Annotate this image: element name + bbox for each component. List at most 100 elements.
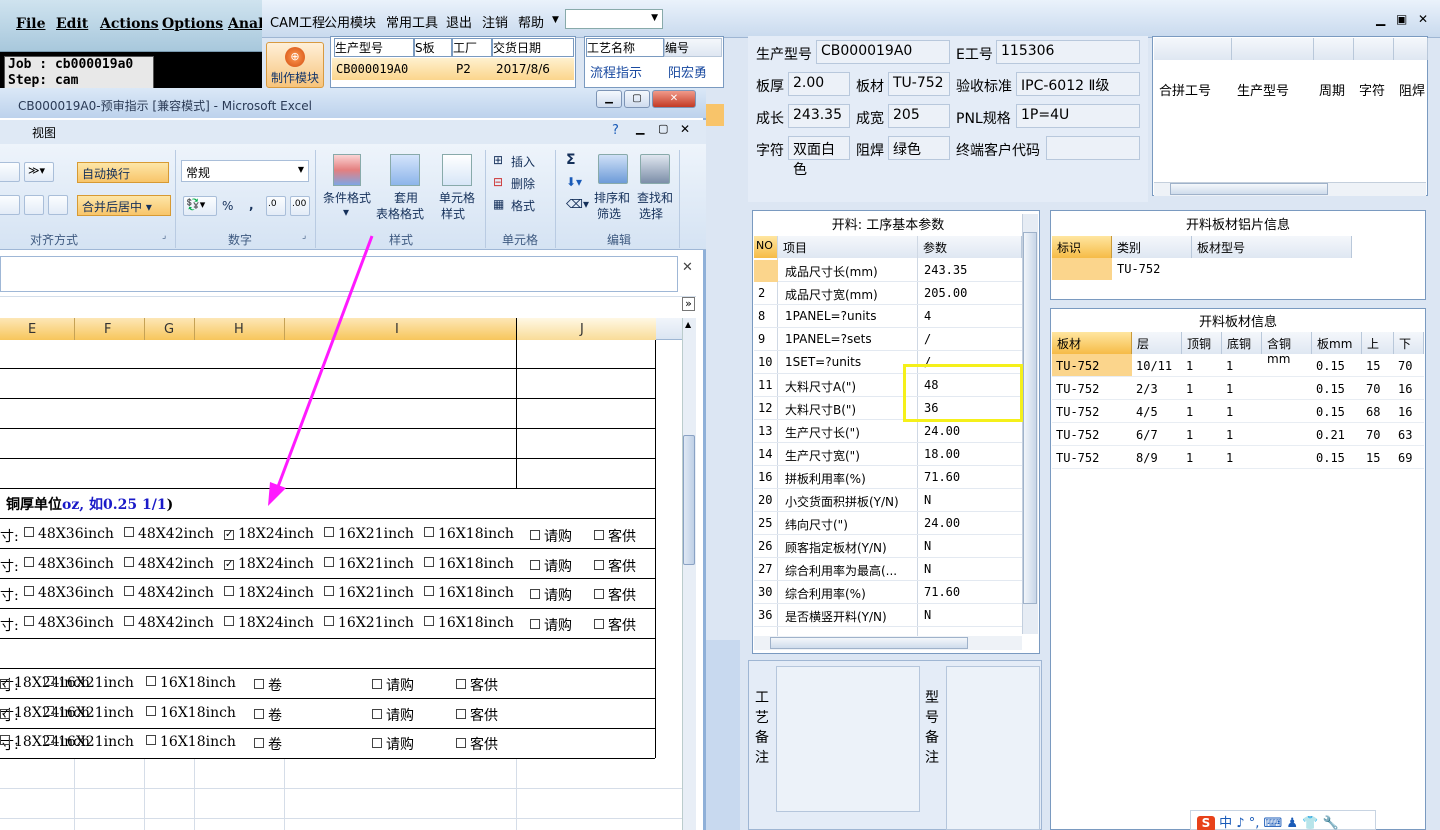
checkbox-icon[interactable] bbox=[0, 735, 10, 745]
menu-edit[interactable]: Edit bbox=[56, 16, 88, 32]
checkbox-icon[interactable] bbox=[324, 557, 334, 567]
increase-decimal-icon[interactable]: .0 bbox=[266, 196, 286, 216]
checkbox-icon[interactable] bbox=[594, 560, 604, 570]
thickness-field[interactable]: 2.00 bbox=[788, 72, 850, 96]
checkbox-icon[interactable] bbox=[530, 530, 540, 540]
checkbox-icon[interactable] bbox=[224, 616, 234, 626]
size-option-checkbox[interactable]: 请购 bbox=[530, 615, 572, 635]
col-header-e[interactable]: E bbox=[28, 322, 36, 337]
sort-filter-icon[interactable] bbox=[598, 154, 628, 184]
sort-label-2[interactable]: 筛选 bbox=[597, 205, 621, 222]
checkbox-icon[interactable] bbox=[124, 616, 134, 626]
board-row[interactable]: TU-752 8/9 1 1 0.15 15 69 bbox=[1052, 446, 1424, 469]
standard-field[interactable]: IPC-6012 Ⅱ级 bbox=[1016, 72, 1140, 96]
size-option-checkbox[interactable]: ✓ 18X24inch bbox=[224, 556, 314, 572]
find-select-icon[interactable] bbox=[640, 154, 670, 184]
menu-common-tools[interactable]: 常用工具 bbox=[386, 12, 438, 31]
params-row[interactable]: 2 成品尺寸宽(mm) 205.00 bbox=[754, 282, 1022, 305]
ribbon-restore-icon[interactable]: ▢ bbox=[658, 122, 668, 135]
cam-close-icon[interactable]: ✕ bbox=[1418, 12, 1428, 26]
size-option-checkbox[interactable]: 请购 bbox=[530, 585, 572, 605]
checkbox-icon[interactable] bbox=[324, 586, 334, 596]
mask-field[interactable]: 绿色 bbox=[888, 136, 950, 160]
checkbox-icon[interactable] bbox=[224, 586, 234, 596]
checkbox-icon[interactable] bbox=[44, 706, 54, 716]
params-row[interactable]: 25 纬向尺寸(") 24.00 bbox=[754, 512, 1022, 535]
conditional-format-dropdown[interactable]: ▾ bbox=[343, 205, 349, 219]
alu-row-flag[interactable] bbox=[1052, 258, 1112, 280]
checkbox-icon[interactable]: ✓ bbox=[224, 560, 234, 570]
size-option-checkbox[interactable]: 16X18inch bbox=[146, 734, 236, 750]
width-field[interactable]: 205 bbox=[888, 104, 950, 128]
char-field[interactable]: 双面白色 bbox=[788, 136, 850, 178]
help-icon[interactable]: ? bbox=[612, 123, 619, 138]
params-row[interactable]: 14 生产尺寸宽(") 18.00 bbox=[754, 443, 1022, 466]
ribbon-min-icon[interactable]: ▁ bbox=[636, 122, 644, 135]
params-row[interactable]: 36 是否横竖开料(Y/N) N bbox=[754, 604, 1022, 627]
checkbox-icon[interactable] bbox=[530, 560, 540, 570]
align-lines-icon[interactable] bbox=[0, 162, 20, 182]
menu-common-modules[interactable]: 公用模块 bbox=[324, 12, 376, 31]
size-option-checkbox[interactable]: 请购 bbox=[372, 734, 414, 754]
alu-row-type[interactable]: TU-752 bbox=[1117, 262, 1160, 276]
find-label-1[interactable]: 查找和 bbox=[637, 189, 673, 206]
size-option-checkbox[interactable]: 48X42inch bbox=[124, 526, 214, 542]
clear-icon[interactable]: ⌫▾ bbox=[566, 197, 589, 211]
checkbox-icon[interactable] bbox=[146, 676, 156, 686]
excel-close-icon[interactable]: ✕ bbox=[652, 90, 696, 108]
params-row[interactable]: 13 生产尺寸长(") 24.00 bbox=[754, 420, 1022, 443]
checkbox-icon[interactable] bbox=[124, 586, 134, 596]
formula-close-icon[interactable]: ✕ bbox=[682, 260, 693, 275]
checkbox-icon[interactable] bbox=[24, 616, 34, 626]
checkbox-icon[interactable] bbox=[456, 709, 466, 719]
table-format-label-2[interactable]: 表格格式 bbox=[376, 205, 424, 222]
table-format-label-1[interactable]: 套用 bbox=[394, 189, 418, 206]
cell-style-label-2[interactable]: 样式 bbox=[441, 205, 465, 222]
size-option-checkbox[interactable]: 16X18inch bbox=[424, 585, 514, 601]
params-row[interactable]: 9 1PANEL=?sets / bbox=[754, 328, 1022, 351]
dialog-launcher-icon[interactable]: ⌟ bbox=[162, 231, 166, 241]
size-option-checkbox[interactable]: 16X18inch bbox=[146, 675, 236, 691]
size-option-checkbox[interactable]: 卷 bbox=[254, 705, 282, 725]
board-row[interactable]: TU-752 10/11 1 1 0.15 15 70 bbox=[1052, 354, 1424, 377]
size-option-checkbox[interactable]: 16X21inch bbox=[324, 615, 414, 631]
checkbox-icon[interactable] bbox=[24, 527, 34, 537]
number-format-select[interactable]: 常规 ▼ bbox=[181, 160, 309, 182]
help-dropdown-icon[interactable]: ▼ bbox=[552, 15, 559, 25]
size-option-checkbox[interactable]: 48X42inch bbox=[124, 556, 214, 572]
size-option-checkbox[interactable]: 16X21inch bbox=[324, 585, 414, 601]
checkbox-icon[interactable] bbox=[594, 530, 604, 540]
size-option-checkbox[interactable]: 48X42inch bbox=[124, 585, 214, 601]
decrease-decimal-icon[interactable]: .00 bbox=[290, 196, 310, 216]
size-option-checkbox[interactable]: 48X36inch bbox=[24, 526, 114, 542]
checkbox-icon[interactable] bbox=[254, 709, 264, 719]
col-header-h[interactable]: H bbox=[234, 322, 244, 337]
size-option-checkbox[interactable]: 16X21inch bbox=[324, 556, 414, 572]
increase-indent-icon[interactable] bbox=[48, 195, 68, 215]
size-option-checkbox[interactable]: 客供 bbox=[456, 705, 498, 725]
size-option-checkbox[interactable]: 客供 bbox=[456, 734, 498, 754]
decrease-indent-icon[interactable] bbox=[24, 195, 44, 215]
menu-file[interactable]: File bbox=[16, 16, 45, 32]
params-row[interactable]: 16 拼板利用率(%) 71.60 bbox=[754, 466, 1022, 489]
checkbox-icon[interactable] bbox=[372, 709, 382, 719]
checkbox-icon[interactable] bbox=[324, 527, 334, 537]
merge-center-button[interactable]: 合并后居中 ▾ bbox=[77, 195, 171, 216]
board-row[interactable]: TU-752 4/5 1 1 0.15 68 16 bbox=[1052, 400, 1424, 423]
size-option-checkbox[interactable]: 16X18inch bbox=[424, 556, 514, 572]
process-name-cell[interactable]: 流程指示 bbox=[590, 62, 642, 81]
col-header-i[interactable]: I bbox=[395, 322, 399, 337]
checkbox-icon[interactable] bbox=[146, 706, 156, 716]
checkbox-icon[interactable] bbox=[24, 586, 34, 596]
size-option-checkbox[interactable]: 48X42inch bbox=[124, 615, 214, 631]
checkbox-icon[interactable] bbox=[146, 735, 156, 745]
merge-hscroll-thumb[interactable] bbox=[1170, 183, 1328, 195]
checkbox-icon[interactable] bbox=[530, 589, 540, 599]
checkbox-icon[interactable] bbox=[254, 679, 264, 689]
excel-restore-icon[interactable]: ▢ bbox=[624, 90, 650, 108]
checkbox-icon[interactable] bbox=[424, 616, 434, 626]
size-option-checkbox[interactable]: 48X36inch bbox=[24, 585, 114, 601]
checkbox-icon[interactable] bbox=[530, 619, 540, 629]
size-option-checkbox[interactable]: 16X21inch bbox=[44, 675, 134, 691]
conditional-format-icon[interactable] bbox=[333, 154, 361, 186]
